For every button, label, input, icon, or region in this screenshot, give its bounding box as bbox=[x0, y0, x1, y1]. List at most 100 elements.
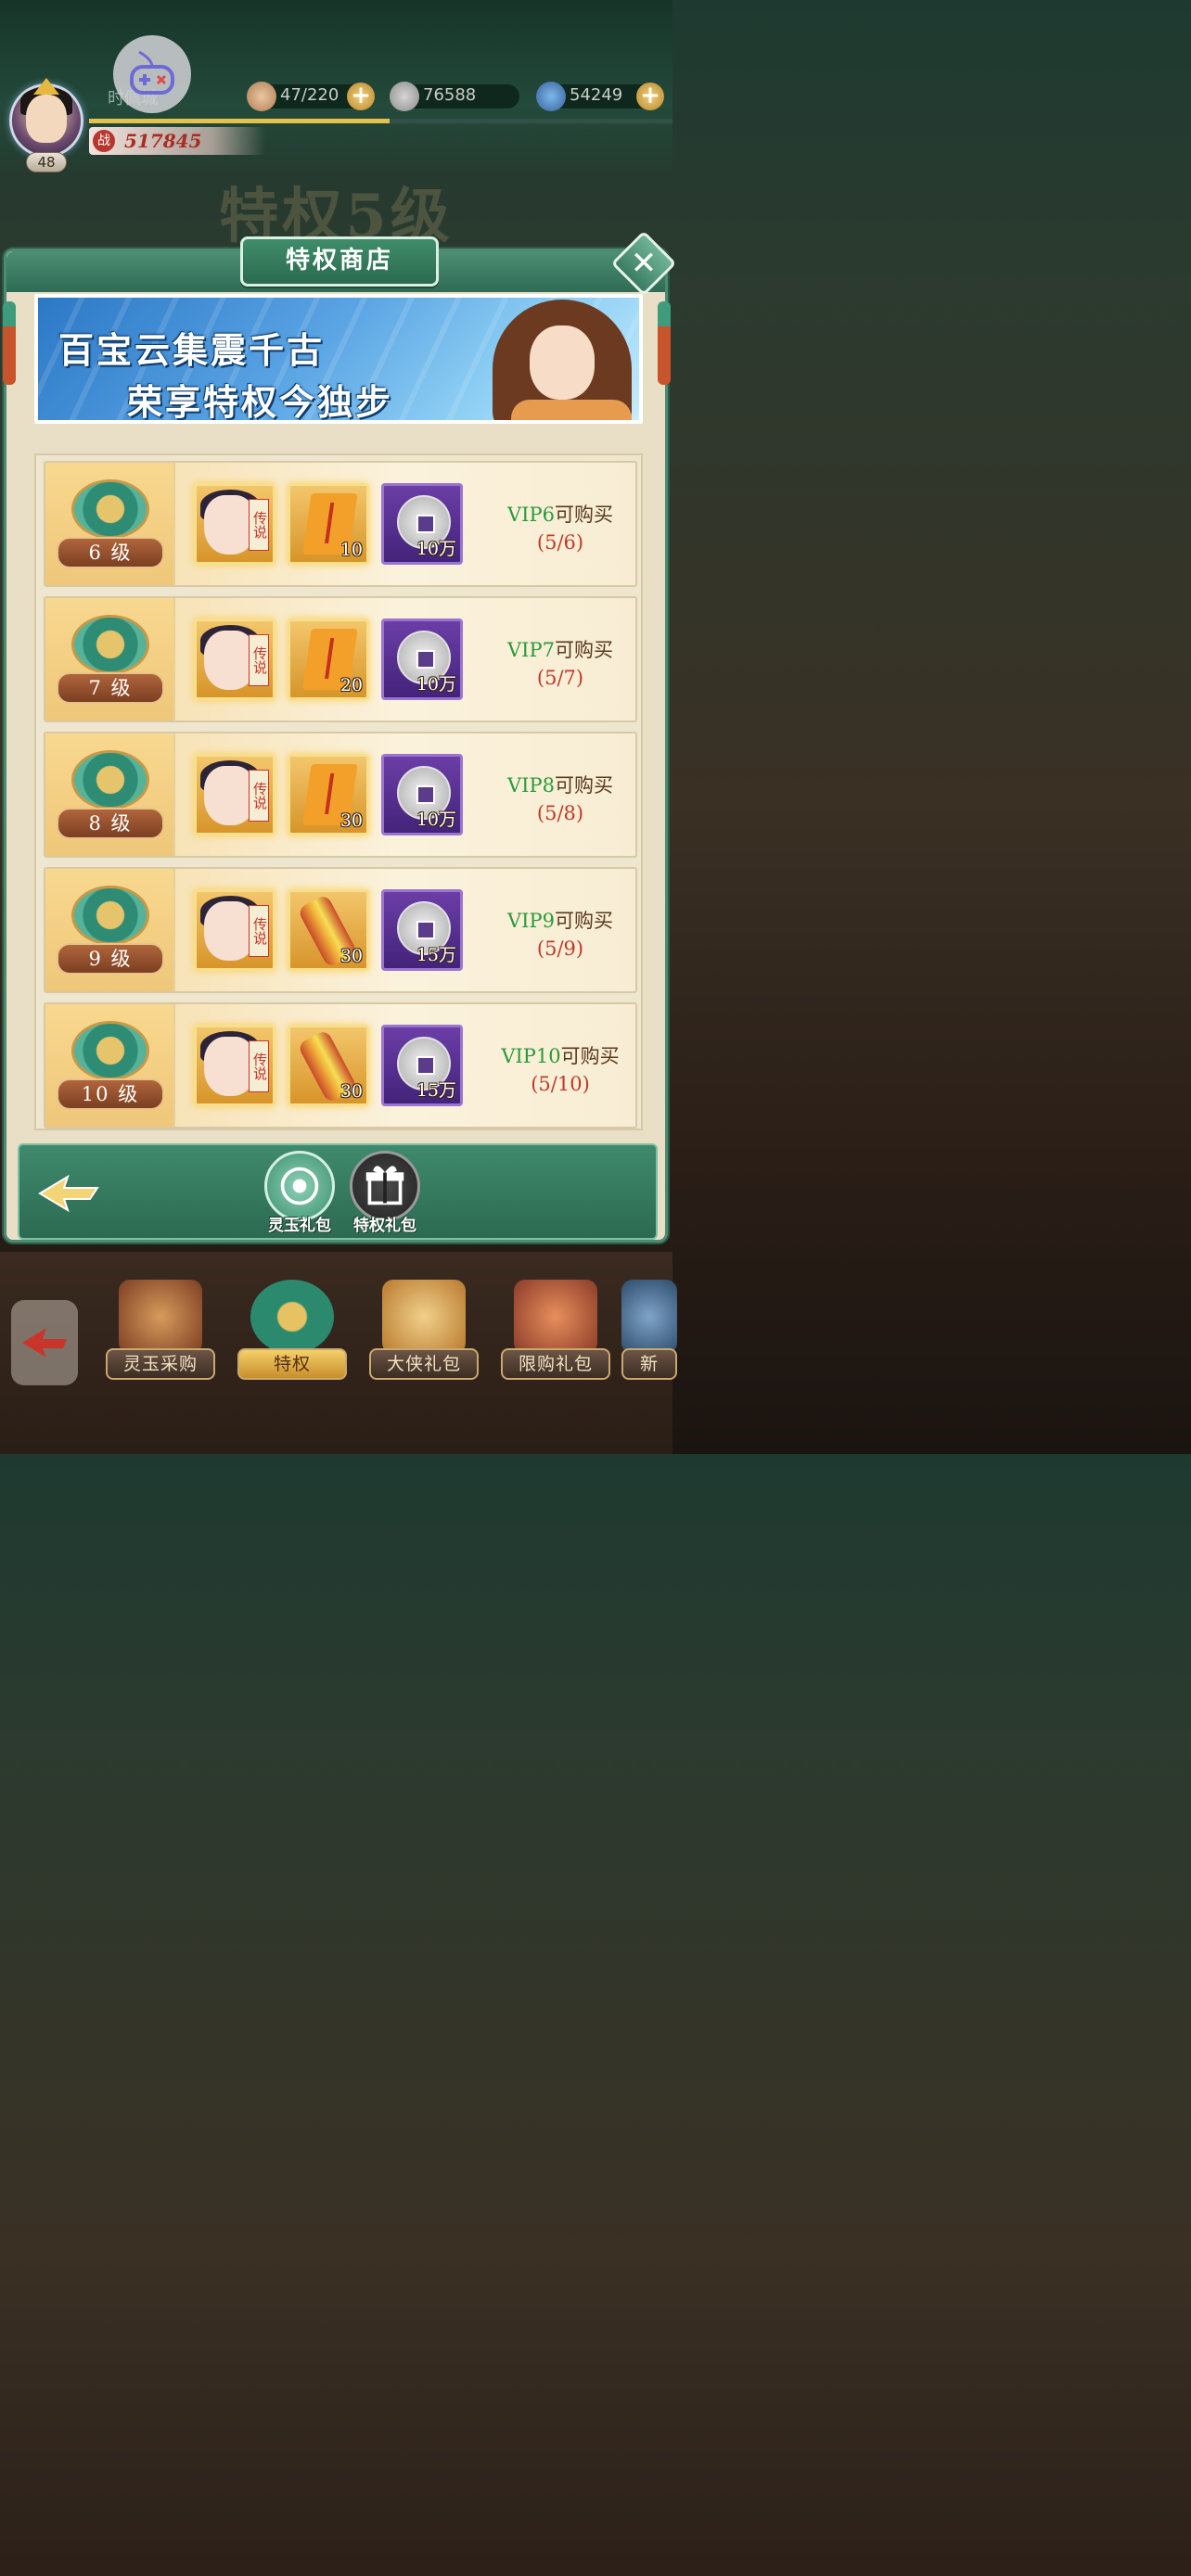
vip-level-label: 9 级 bbox=[57, 943, 164, 975]
tassel-right-decoration bbox=[658, 301, 671, 385]
silver-value: 76588 bbox=[423, 85, 477, 105]
avatar-face bbox=[26, 95, 67, 143]
add-stamina-button[interactable]: + bbox=[347, 83, 375, 110]
item-count: 30 bbox=[339, 1081, 363, 1102]
nav-hero-pack[interactable]: 大侠礼包 bbox=[364, 1280, 484, 1391]
package-row[interactable]: 7 级 传说 20 10万 VIP7可购买 (5/7) bbox=[44, 596, 637, 722]
jade-icon bbox=[536, 82, 566, 111]
package-row[interactable]: 6 级 传说 10 10万 VIP6可购买 (5/6) bbox=[44, 461, 637, 587]
nav-label: 灵玉采购 bbox=[106, 1348, 215, 1380]
vip-requirement: VIP10 bbox=[501, 1045, 561, 1067]
nav-label: 限购礼包 bbox=[501, 1348, 610, 1380]
firecracker-item[interactable]: 30 bbox=[288, 889, 369, 971]
legend-tag: 传说 bbox=[249, 905, 269, 957]
row-level-panel: 9 级 bbox=[45, 869, 175, 991]
tab-vip-pack[interactable] bbox=[350, 1151, 420, 1221]
shop-banner: 百宝云集震千古 荣享特权今独步 bbox=[34, 294, 643, 424]
vip-requirement: VIP7 bbox=[507, 639, 555, 661]
stamina-value: 47/220 bbox=[280, 85, 339, 105]
item-count: 30 bbox=[339, 810, 363, 831]
purchase-progress: (5/7) bbox=[536, 667, 584, 689]
purchase-progress: (5/8) bbox=[536, 802, 584, 824]
resource-jade: 54249 + bbox=[536, 82, 664, 111]
banner-slogan-line1: 百宝云集震千古 bbox=[58, 329, 326, 371]
vip-requirement: VIP6 bbox=[507, 504, 555, 526]
tab-vip-pack-label[interactable]: 特权礼包 bbox=[334, 1212, 436, 1235]
scroll-item[interactable]: 10 bbox=[288, 483, 369, 565]
top-hud: 48 时佩城 战 517845 47/220 + 76588 54249 + bbox=[0, 0, 672, 176]
purchase-condition: VIP10可购买 bbox=[481, 1041, 639, 1069]
vip-medal-icon bbox=[71, 615, 149, 674]
vip-requirement: VIP9 bbox=[507, 910, 555, 932]
nav-back-button[interactable] bbox=[11, 1300, 78, 1385]
modal-footer: 灵玉礼包 特权礼包 bbox=[18, 1143, 658, 1240]
nav-label: 大侠礼包 bbox=[369, 1348, 479, 1380]
package-row[interactable]: 10 级 传说 30 15万 VIP10可购买 (5/10) bbox=[44, 1002, 637, 1129]
hero-card-item[interactable]: 传说 bbox=[194, 754, 275, 835]
close-icon: ✕ bbox=[630, 245, 658, 282]
vip-package-list[interactable]: 6 级 传说 10 10万 VIP6 可购买 (5/6) 7 级 传说 20 10… bbox=[34, 453, 643, 1130]
gift-box-icon bbox=[382, 1280, 466, 1354]
package-row[interactable]: 9 级 传说 30 15万 VIP9可购买 (5/9) bbox=[44, 867, 637, 993]
scroll-item[interactable]: 20 bbox=[288, 618, 369, 700]
gamepad-icon bbox=[130, 50, 174, 95]
silver-coin-item[interactable]: 15万 bbox=[381, 889, 463, 971]
add-jade-button[interactable]: + bbox=[636, 83, 664, 110]
package-row[interactable]: 8 级 传说 30 10万 VIP8可购买 (5/8) bbox=[44, 732, 637, 858]
nav-vip[interactable]: 特权 bbox=[232, 1280, 352, 1391]
firecracker-item[interactable]: 30 bbox=[288, 1025, 369, 1106]
gamepad-floating-button[interactable] bbox=[113, 35, 191, 113]
nav-label: 新 bbox=[621, 1348, 677, 1380]
vip-level-label: 8 级 bbox=[57, 808, 164, 839]
lucky-bag-icon bbox=[514, 1280, 597, 1354]
nav-jade-purchase[interactable]: 灵玉采购 bbox=[100, 1280, 221, 1391]
back-arrow-icon[interactable] bbox=[36, 1173, 101, 1214]
character-face bbox=[530, 325, 595, 400]
hero-card-item[interactable]: 传说 bbox=[194, 618, 275, 700]
coin-count: 15万 bbox=[416, 1080, 456, 1101]
vip-medal-icon bbox=[71, 750, 149, 810]
silver-coin-item[interactable]: 10万 bbox=[381, 754, 463, 835]
vip-requirement: VIP8 bbox=[507, 774, 555, 797]
row-level-panel: 6 级 bbox=[45, 463, 175, 585]
tab-jade-pack[interactable] bbox=[264, 1151, 335, 1221]
resource-stamina: 47/220 + bbox=[247, 82, 375, 111]
item-count: 10 bbox=[339, 540, 363, 560]
row-level-panel: 10 级 bbox=[45, 1004, 175, 1127]
hero-card-item[interactable]: 传说 bbox=[194, 483, 275, 565]
item-count: 30 bbox=[339, 946, 363, 966]
coin-count: 10万 bbox=[416, 810, 456, 830]
legend-tag: 传说 bbox=[249, 499, 269, 551]
silver-coin-item[interactable]: 10万 bbox=[381, 483, 463, 565]
purchasable-text: 可购买 bbox=[560, 1045, 620, 1067]
purchasable-text: 可购买 bbox=[554, 639, 613, 661]
coin-count: 10万 bbox=[416, 674, 456, 695]
jade-value: 54249 bbox=[570, 85, 623, 105]
coin-count: 10万 bbox=[416, 539, 456, 559]
nav-limited-pack[interactable]: 限购礼包 bbox=[495, 1280, 616, 1391]
silver-coin-item[interactable]: 15万 bbox=[381, 1025, 463, 1106]
hero-card-item[interactable]: 传说 bbox=[194, 1025, 275, 1106]
silver-coin-icon bbox=[390, 82, 419, 111]
purchase-progress: (5/10) bbox=[531, 1073, 590, 1095]
back-arrow-icon bbox=[22, 1328, 67, 1358]
row-level-panel: 7 级 bbox=[45, 598, 175, 721]
purchase-condition: VIP7可购买 bbox=[481, 635, 639, 663]
purchasable-text: 可购买 bbox=[554, 774, 613, 797]
vip-medal-icon bbox=[250, 1280, 334, 1354]
hero-card-item[interactable]: 传说 bbox=[194, 889, 275, 971]
purchase-condition: VIP8可购买 bbox=[481, 771, 639, 798]
scroll-item[interactable]: 30 bbox=[288, 754, 369, 835]
legend-tag: 传说 bbox=[249, 1040, 269, 1092]
nav-new[interactable]: 新 bbox=[621, 1280, 677, 1391]
silver-coin-item[interactable]: 10万 bbox=[381, 618, 463, 700]
banner-slogan-line2: 荣享特权今独步 bbox=[127, 381, 394, 423]
nav-label: 特权 bbox=[237, 1348, 347, 1380]
combat-power: 战 517845 bbox=[89, 127, 265, 155]
purchase-progress: (5/9) bbox=[536, 937, 584, 960]
legend-tag: 传说 bbox=[249, 634, 269, 686]
gift-box-icon bbox=[365, 1166, 404, 1205]
player-avatar[interactable] bbox=[6, 78, 91, 163]
purchase-condition: VIP9可购买 bbox=[481, 906, 639, 934]
purchase-progress: (5/6) bbox=[536, 531, 584, 554]
